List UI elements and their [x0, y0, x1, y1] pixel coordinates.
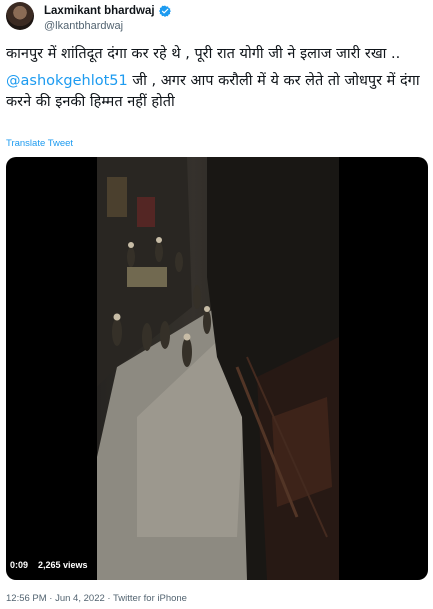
video-thumbnail	[97, 157, 339, 580]
video-frame[interactable]	[97, 157, 339, 580]
tweet-line-2: @ashokgehlot51 जी , अगर आप करौली में ये …	[6, 71, 426, 113]
tweet-line-1: कानपुर में शांतिदूत दंगा कर रहे थे , पूर…	[6, 46, 401, 62]
mention-link[interactable]: @ashokgehlot51	[6, 73, 128, 89]
verified-badge-icon	[158, 5, 171, 17]
avatar[interactable]	[6, 2, 34, 30]
tweet-text: कानपुर में शांतिदूत दंगा कर रहे थे , पूर…	[6, 44, 426, 113]
tweet-header: Laxmikant bhardwaj @lkantbhardwaj	[6, 2, 433, 34]
video-views: 2,265 views	[38, 560, 88, 570]
translate-tweet-link[interactable]: Translate Tweet	[6, 138, 73, 149]
author-handle[interactable]: @lkantbhardwaj	[44, 20, 123, 32]
tweet-timestamp[interactable]: 12:56 PM · Jun 4, 2022 · Twitter for iPh…	[6, 593, 187, 604]
video-meta: 0:09 2,265 views	[10, 560, 88, 570]
video-duration: 0:09	[10, 560, 29, 570]
author-name[interactable]: Laxmikant bhardwaj	[44, 5, 155, 17]
author-name-row: Laxmikant bhardwaj	[44, 5, 171, 17]
video-player[interactable]: 0:09 2,265 views	[6, 157, 428, 580]
